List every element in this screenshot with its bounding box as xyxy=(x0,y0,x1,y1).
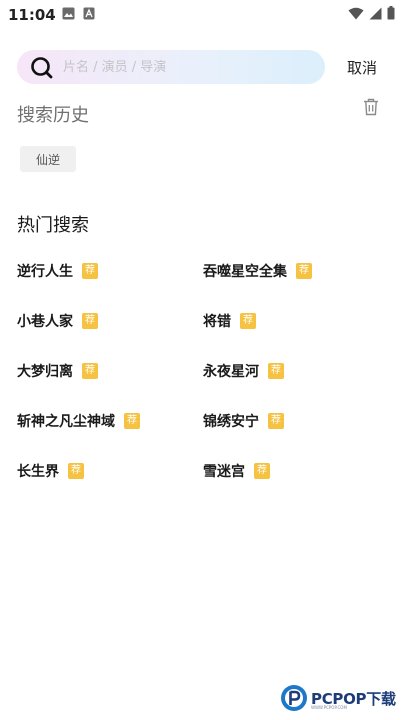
search-history-title: 搜索历史 xyxy=(17,105,89,126)
hot-search-item[interactable]: 吞噬星空全集 荐 xyxy=(203,259,312,283)
hot-search-item-label: 小巷人家 xyxy=(17,314,73,330)
app-notification-icon xyxy=(83,7,95,20)
recommend-badge: 荐 xyxy=(268,413,284,429)
recommend-badge: 荐 xyxy=(254,463,270,479)
hot-search-item[interactable]: 斩神之凡尘神域 荐 xyxy=(17,409,140,433)
cancel-button[interactable]: 取消 xyxy=(347,57,377,78)
history-chip[interactable]: 仙逆 xyxy=(20,146,76,172)
gallery-notification-icon xyxy=(62,7,75,20)
recommend-badge: 荐 xyxy=(82,313,98,329)
recommend-badge: 荐 xyxy=(124,413,140,429)
signal-icon xyxy=(369,7,382,19)
battery-icon xyxy=(387,6,395,20)
hot-search-title: 热门搜索 xyxy=(17,215,89,236)
recommend-badge: 荐 xyxy=(82,263,98,279)
trash-icon[interactable] xyxy=(363,98,379,116)
watermark-logo-icon xyxy=(281,685,307,711)
watermark-subtext: WWW.PCPOP.COM xyxy=(311,705,347,710)
hot-search-item[interactable]: 小巷人家 荐 xyxy=(17,309,98,333)
hot-search-item-label: 锦绣安宁 xyxy=(203,414,259,430)
hot-search-item-label: 逆行人生 xyxy=(17,264,73,280)
recommend-badge: 荐 xyxy=(268,363,284,379)
hot-search-item-label: 大梦归离 xyxy=(17,364,73,380)
search-icon xyxy=(31,57,53,79)
status-system-icons xyxy=(348,6,395,20)
hot-search-item-label: 吞噬星空全集 xyxy=(203,264,287,280)
hot-search-item[interactable]: 长生界 荐 xyxy=(17,459,84,483)
hot-search-item[interactable]: 大梦归离 荐 xyxy=(17,359,98,383)
hot-search-item-label: 永夜星河 xyxy=(203,364,259,380)
hot-search-item-label: 将错 xyxy=(203,314,231,330)
hot-search-item-label: 雪迷宫 xyxy=(203,464,245,480)
status-time: 11:04 xyxy=(8,6,56,24)
recommend-badge: 荐 xyxy=(296,263,312,279)
status-notification-icons xyxy=(62,7,95,20)
search-row: 取消 xyxy=(17,50,389,84)
hot-search-item-label: 斩神之凡尘神域 xyxy=(17,414,115,430)
recommend-badge: 荐 xyxy=(82,363,98,379)
hot-search-item[interactable]: 永夜星河 荐 xyxy=(203,359,284,383)
hot-search-item[interactable]: 将错 荐 xyxy=(203,309,256,333)
status-bar: 11:04 xyxy=(0,0,405,30)
wifi-icon xyxy=(348,7,364,19)
hot-search-item[interactable]: 逆行人生 荐 xyxy=(17,259,98,283)
hot-search-item[interactable]: 锦绣安宁 荐 xyxy=(203,409,284,433)
hot-search-item[interactable]: 雪迷宫 荐 xyxy=(203,459,270,483)
search-input[interactable] xyxy=(63,50,313,84)
recommend-badge: 荐 xyxy=(68,463,84,479)
watermark: PCPOP下载 WWW.PCPOP.COM xyxy=(280,684,405,714)
recommend-badge: 荐 xyxy=(240,313,256,329)
hot-search-item-label: 长生界 xyxy=(17,464,59,480)
search-box[interactable] xyxy=(17,50,325,84)
